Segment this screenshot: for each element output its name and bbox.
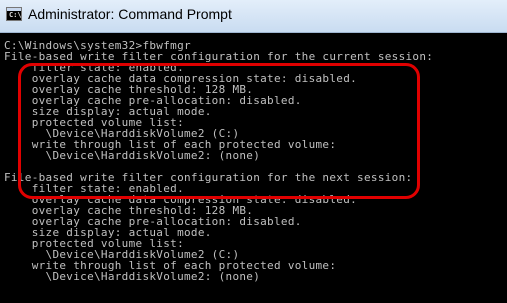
- console-line: \Device\HarddiskVolume2: (none): [4, 270, 261, 283]
- cmd-icon: C:\: [6, 7, 22, 21]
- window-title: Administrator: Command Prompt: [28, 6, 232, 22]
- console-output[interactable]: C:\Windows\system32>fbwfmgr File-based w…: [0, 33, 507, 303]
- command-prompt-window: C:\ Administrator: Command Prompt C:\Win…: [0, 0, 507, 303]
- title-bar[interactable]: C:\ Administrator: Command Prompt: [0, 0, 507, 33]
- red-highlight-box: [18, 63, 420, 199]
